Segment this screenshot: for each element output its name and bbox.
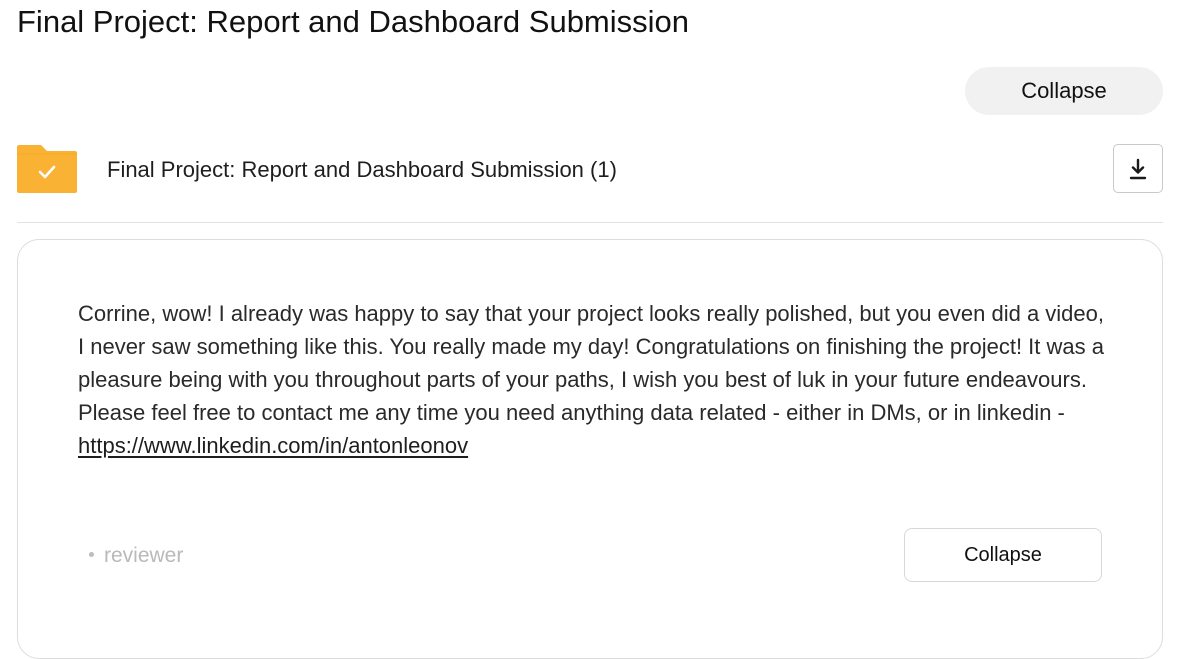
collapse-review-button[interactable]: Collapse bbox=[904, 528, 1102, 582]
download-button[interactable] bbox=[1113, 144, 1163, 193]
folder-check-icon bbox=[17, 145, 77, 193]
collapse-button[interactable]: Collapse bbox=[965, 67, 1163, 115]
review-card: Corrine, wow! I already was happy to say… bbox=[17, 239, 1163, 659]
review-comment: Corrine, wow! I already was happy to say… bbox=[78, 297, 1108, 462]
page-title: Final Project: Report and Dashboard Subm… bbox=[17, 4, 690, 39]
reviewer-role: reviewer bbox=[104, 544, 184, 567]
bullet-dot bbox=[89, 551, 94, 557]
download-icon bbox=[1129, 158, 1147, 180]
reviewer-meta: reviewer bbox=[89, 542, 183, 570]
linkedin-link[interactable]: https://www.linkedin.com/in/antonleonov bbox=[78, 433, 468, 458]
attachment-name[interactable]: Final Project: Report and Dashboard Subm… bbox=[107, 155, 617, 185]
attachment-row: Final Project: Report and Dashboard Subm… bbox=[17, 143, 1163, 223]
review-comment-text: Corrine, wow! I already was happy to say… bbox=[78, 301, 1104, 425]
